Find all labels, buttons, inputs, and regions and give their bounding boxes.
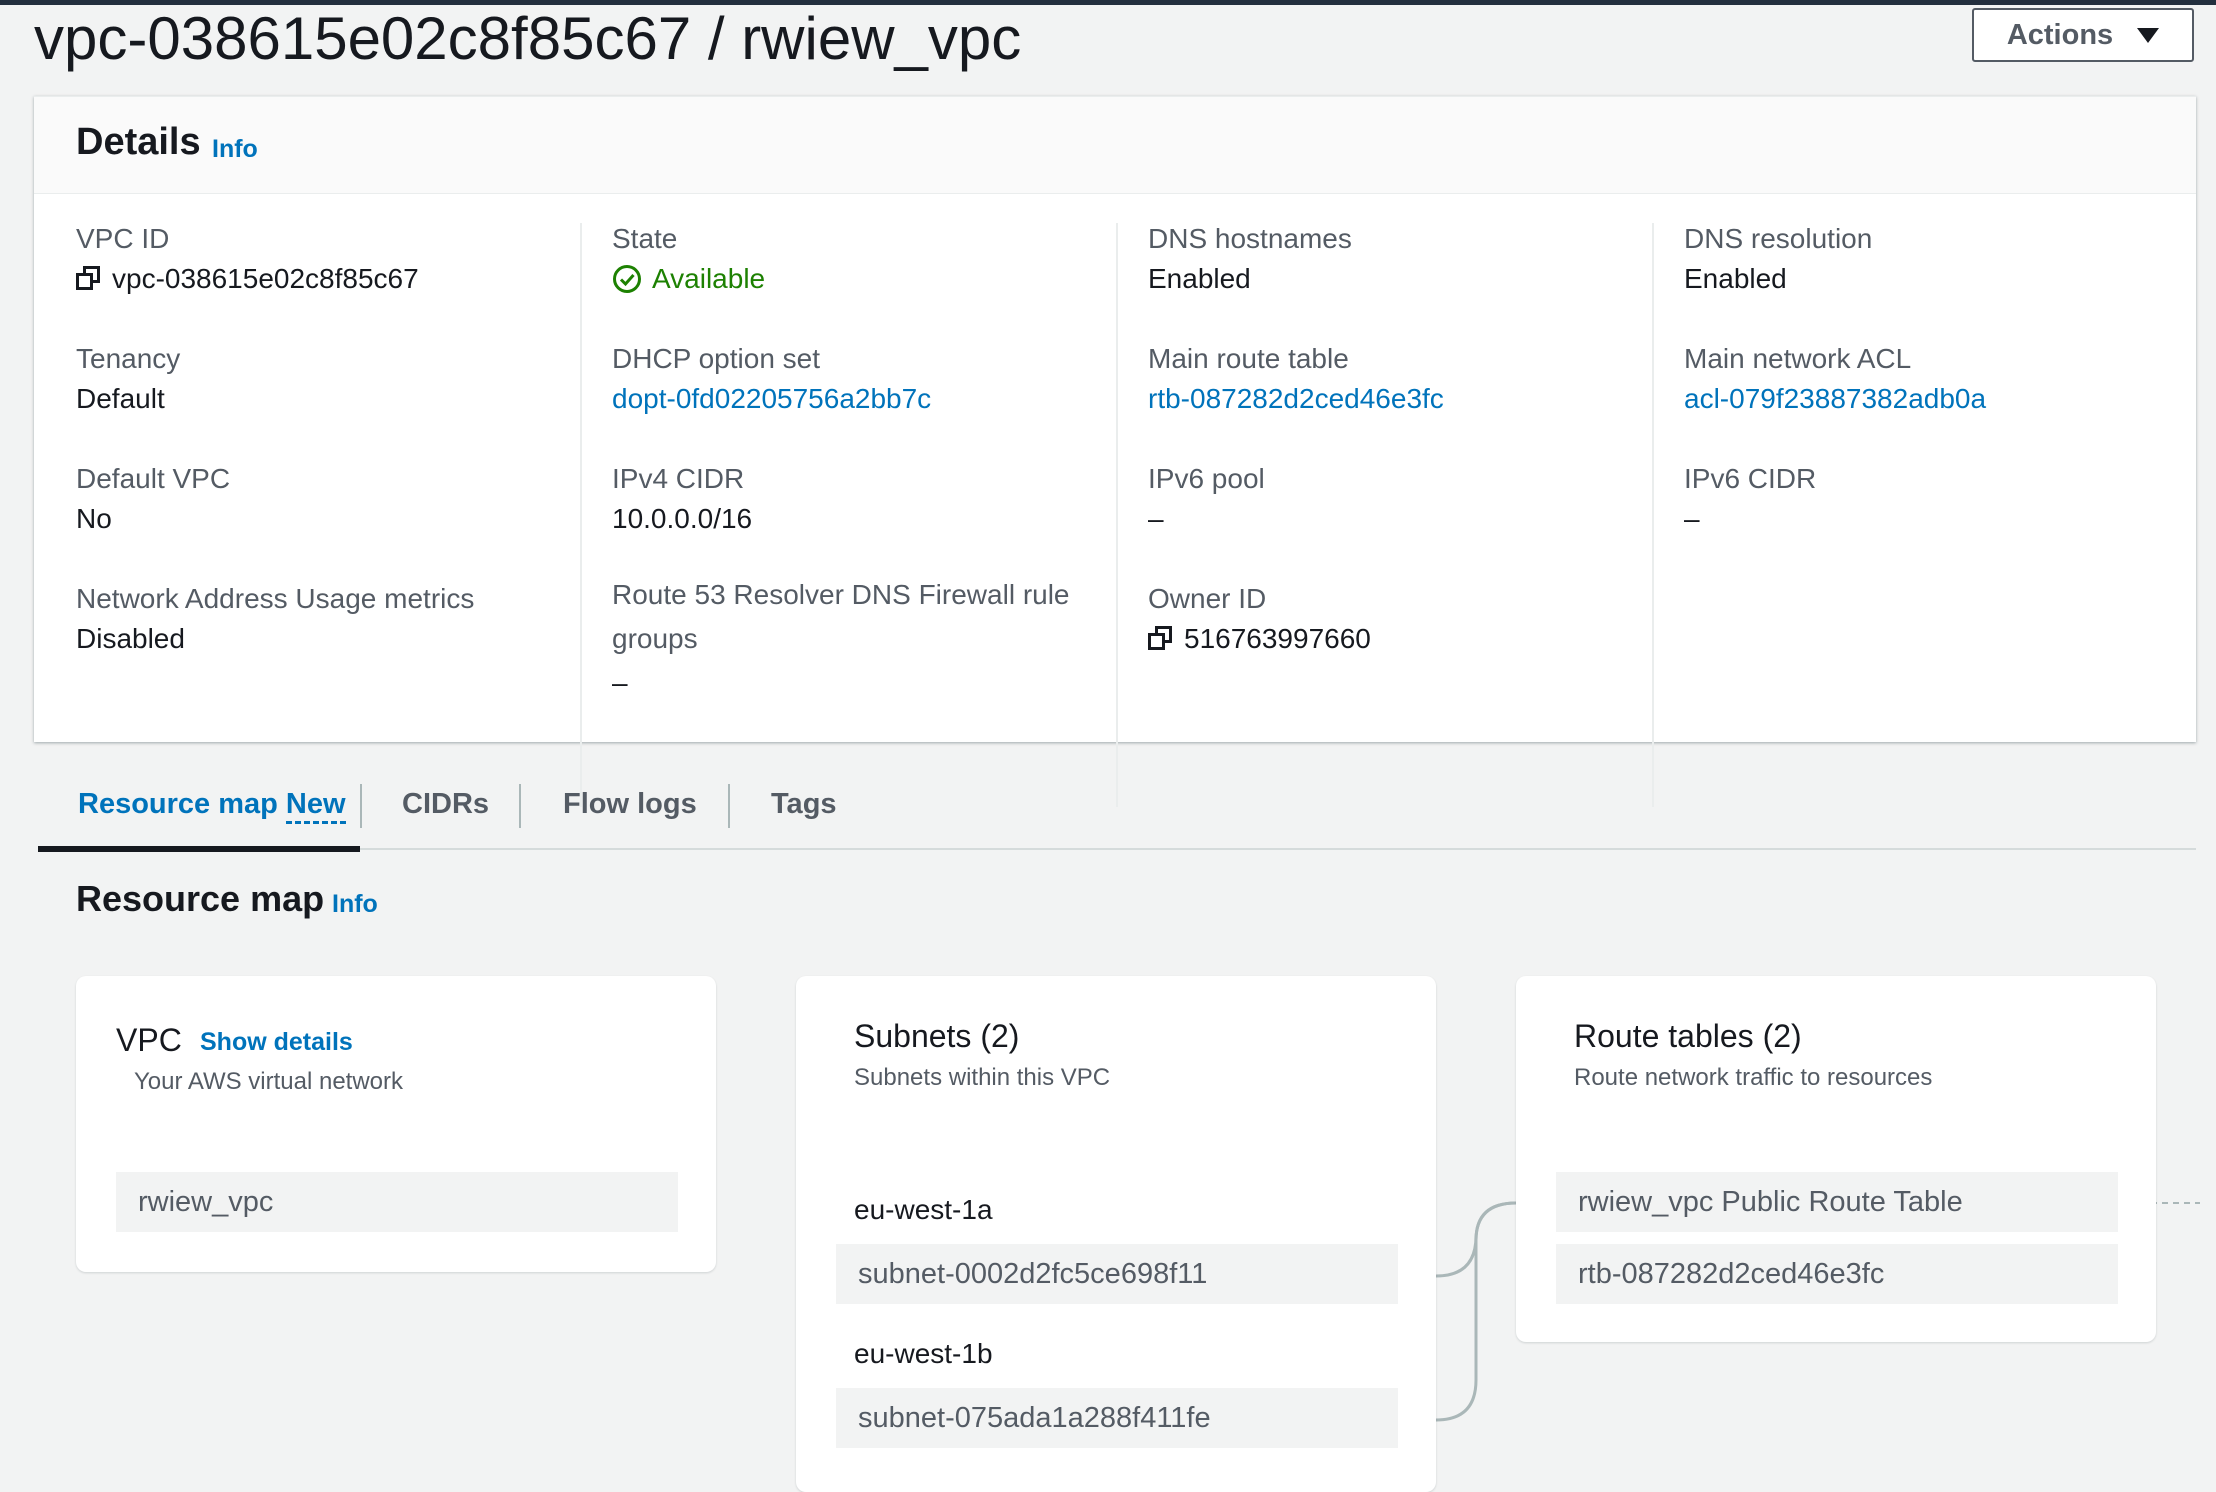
vpc-card: VPC Show details Your AWS virtual networ… <box>76 976 716 1272</box>
subnet-item[interactable]: subnet-075ada1a288f411fe <box>836 1388 1398 1448</box>
subnets-card-title: Subnets (2) <box>854 1018 1020 1054</box>
az-label: eu-west-1a <box>854 1194 993 1225</box>
show-details-link[interactable]: Show details <box>200 1028 353 1057</box>
subnets-card: Subnets (2) Subnets within this VPC eu-w… <box>796 976 1436 1492</box>
route-tables-card-subtitle: Route network traffic to resources <box>1574 1064 1933 1091</box>
vpc-card-subtitle: Your AWS virtual network <box>134 1068 404 1095</box>
route-tables-card: Route tables (2) Route network traffic t… <box>1516 976 2156 1342</box>
subnets-card-subtitle: Subnets within this VPC <box>854 1064 1111 1091</box>
az-label: eu-west-1b <box>854 1338 993 1369</box>
subnet-item[interactable]: subnet-0002d2fc5ce698f11 <box>836 1244 1398 1304</box>
route-tables-card-title: Route tables (2) <box>1574 1018 1802 1054</box>
vpc-item[interactable]: rwiew_vpc <box>116 1172 678 1232</box>
route-table-id[interactable]: rtb-087282d2ced46e3fc <box>1556 1244 2118 1304</box>
vpc-card-title: VPC <box>116 1022 182 1058</box>
route-table-name[interactable]: rwiew_vpc Public Route Table <box>1556 1172 2118 1232</box>
